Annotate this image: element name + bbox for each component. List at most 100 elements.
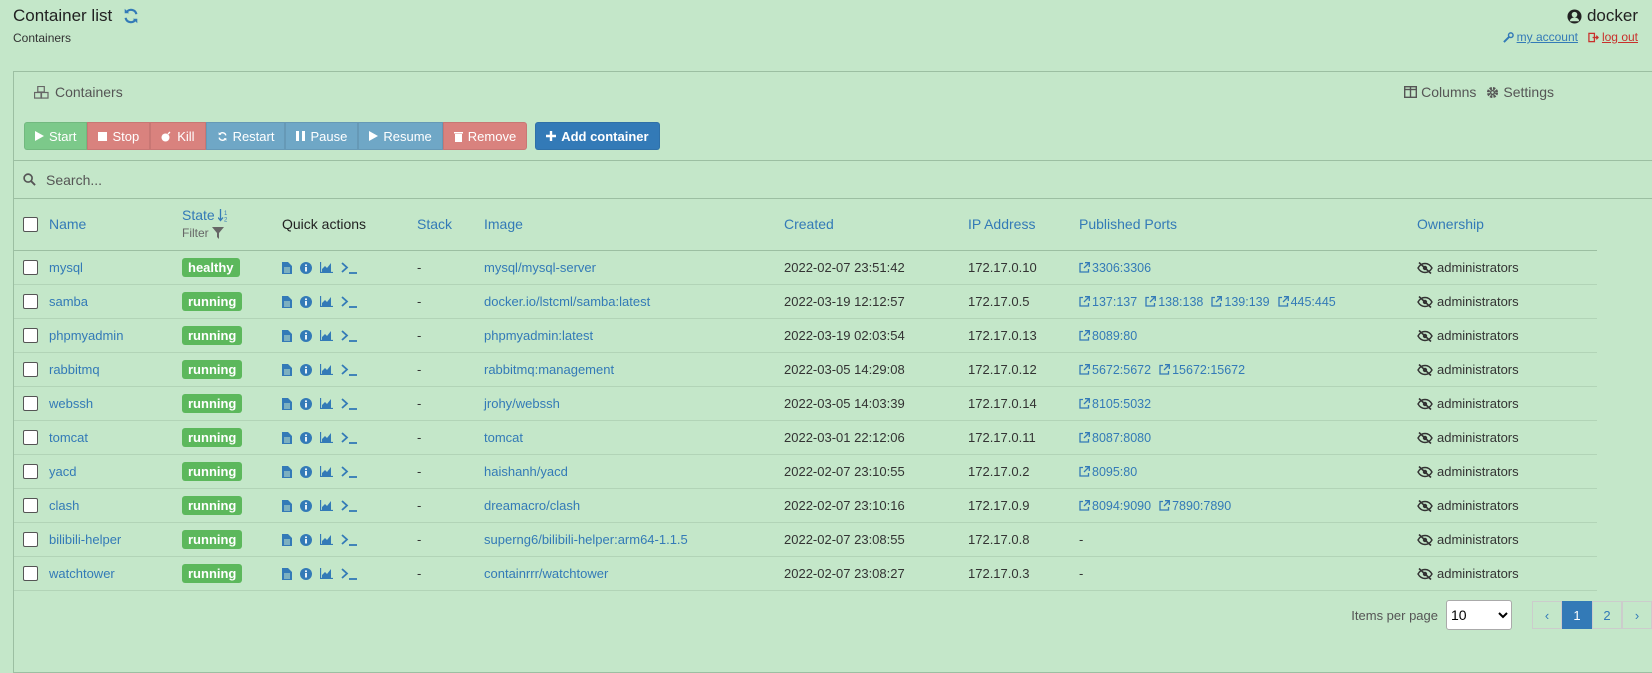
pause-button[interactable]: Pause bbox=[285, 122, 359, 150]
image-link[interactable]: jrohy/webssh bbox=[484, 396, 560, 411]
container-name-link[interactable]: webssh bbox=[49, 396, 93, 411]
logs-icon[interactable] bbox=[282, 295, 292, 308]
image-link[interactable]: docker.io/lstcml/samba:latest bbox=[484, 294, 650, 309]
col-ip[interactable]: IP Address bbox=[968, 198, 1079, 251]
next-page-button[interactable]: › bbox=[1622, 601, 1652, 629]
container-name-link[interactable]: phpmyadmin bbox=[49, 328, 123, 343]
row-checkbox[interactable] bbox=[23, 328, 38, 343]
logs-icon[interactable] bbox=[282, 261, 292, 274]
logs-icon[interactable] bbox=[282, 533, 292, 546]
port-link[interactable]: 137:137 bbox=[1079, 295, 1137, 309]
state-filter[interactable]: Filter bbox=[182, 224, 282, 242]
logs-icon[interactable] bbox=[282, 363, 292, 376]
console-icon[interactable] bbox=[341, 397, 358, 410]
log-out-link[interactable]: log out bbox=[1588, 30, 1638, 44]
col-name[interactable]: Name bbox=[49, 198, 182, 251]
add-container-button[interactable]: Add container bbox=[535, 122, 660, 150]
stats-icon[interactable] bbox=[320, 534, 333, 545]
my-account-link[interactable]: my account bbox=[1502, 30, 1578, 44]
page-1-button[interactable]: 1 bbox=[1562, 601, 1592, 629]
console-icon[interactable] bbox=[341, 499, 358, 512]
kill-button[interactable]: Kill bbox=[150, 122, 206, 150]
container-name-link[interactable]: samba bbox=[49, 294, 88, 309]
col-ports[interactable]: Published Ports bbox=[1079, 198, 1417, 251]
port-link[interactable]: 445:445 bbox=[1277, 295, 1336, 309]
console-icon[interactable] bbox=[341, 363, 358, 376]
inspect-icon[interactable] bbox=[300, 295, 312, 308]
stats-icon[interactable] bbox=[320, 330, 333, 341]
port-link[interactable]: 8089:80 bbox=[1079, 329, 1137, 343]
image-link[interactable]: tomcat bbox=[484, 430, 523, 445]
row-checkbox[interactable] bbox=[23, 498, 38, 513]
console-icon[interactable] bbox=[341, 261, 358, 274]
stats-icon[interactable] bbox=[320, 466, 333, 477]
image-link[interactable]: superng6/bilibili-helper:arm64-1.1.5 bbox=[484, 532, 688, 547]
row-checkbox[interactable] bbox=[23, 260, 38, 275]
select-all-checkbox[interactable] bbox=[23, 216, 38, 232]
inspect-icon[interactable] bbox=[300, 397, 312, 410]
console-icon[interactable] bbox=[341, 465, 358, 478]
inspect-icon[interactable] bbox=[300, 363, 312, 376]
port-link[interactable]: 138:138 bbox=[1145, 295, 1203, 309]
refresh-icon[interactable] bbox=[122, 7, 140, 25]
image-link[interactable]: haishanh/yacd bbox=[484, 464, 568, 479]
port-link[interactable]: 8094:9090 bbox=[1079, 499, 1151, 513]
console-icon[interactable] bbox=[341, 533, 358, 546]
console-icon[interactable] bbox=[341, 431, 358, 444]
image-link[interactable]: containrrr/watchtower bbox=[484, 566, 608, 581]
logs-icon[interactable] bbox=[282, 431, 292, 444]
logs-icon[interactable] bbox=[282, 567, 292, 580]
search-input[interactable] bbox=[44, 170, 448, 189]
row-checkbox[interactable] bbox=[23, 430, 38, 445]
console-icon[interactable] bbox=[341, 329, 358, 342]
remove-button[interactable]: Remove bbox=[442, 122, 528, 150]
port-link[interactable]: 139:139 bbox=[1211, 295, 1270, 309]
stats-icon[interactable] bbox=[320, 364, 333, 375]
col-created[interactable]: Created bbox=[784, 198, 968, 251]
stats-icon[interactable] bbox=[320, 568, 333, 579]
inspect-icon[interactable] bbox=[300, 533, 312, 546]
col-ownership[interactable]: Ownership bbox=[1417, 198, 1597, 251]
container-name-link[interactable]: rabbitmq bbox=[49, 362, 100, 377]
port-link[interactable]: 3306:3306 bbox=[1079, 261, 1151, 275]
container-name-link[interactable]: yacd bbox=[49, 464, 76, 479]
logs-icon[interactable] bbox=[282, 465, 292, 478]
port-link[interactable]: 8087:8080 bbox=[1079, 431, 1151, 445]
inspect-icon[interactable] bbox=[300, 567, 312, 580]
inspect-icon[interactable] bbox=[300, 499, 312, 512]
container-name-link[interactable]: tomcat bbox=[49, 430, 88, 445]
start-button[interactable]: Start bbox=[24, 122, 88, 150]
col-state[interactable]: State bbox=[182, 206, 215, 224]
resume-button[interactable]: Resume bbox=[358, 122, 443, 150]
columns-button[interactable]: Columns bbox=[1404, 84, 1476, 100]
col-stack[interactable]: Stack bbox=[417, 198, 484, 251]
logs-icon[interactable] bbox=[282, 499, 292, 512]
port-link[interactable]: 8105:5032 bbox=[1079, 397, 1151, 411]
console-icon[interactable] bbox=[341, 295, 358, 308]
stats-icon[interactable] bbox=[320, 296, 333, 307]
row-checkbox[interactable] bbox=[23, 362, 38, 377]
image-link[interactable]: rabbitmq:management bbox=[484, 362, 614, 377]
port-link[interactable]: 5672:5672 bbox=[1079, 363, 1151, 377]
settings-button[interactable]: Settings bbox=[1486, 84, 1554, 100]
image-link[interactable]: dreamacro/clash bbox=[484, 498, 580, 513]
container-name-link[interactable]: clash bbox=[49, 498, 79, 513]
restart-button[interactable]: Restart bbox=[205, 122, 286, 150]
port-link[interactable]: 15672:15672 bbox=[1159, 363, 1245, 377]
port-link[interactable]: 7890:7890 bbox=[1159, 499, 1231, 513]
container-name-link[interactable]: mysql bbox=[49, 260, 83, 275]
row-checkbox[interactable] bbox=[23, 294, 38, 309]
stats-icon[interactable] bbox=[320, 398, 333, 409]
sort-icon[interactable]: 12 bbox=[217, 208, 229, 222]
row-checkbox[interactable] bbox=[23, 566, 38, 581]
row-checkbox[interactable] bbox=[23, 396, 38, 411]
prev-page-button[interactable]: ‹ bbox=[1532, 601, 1562, 629]
row-checkbox[interactable] bbox=[23, 464, 38, 479]
container-name-link[interactable]: watchtower bbox=[49, 566, 115, 581]
container-name-link[interactable]: bilibili-helper bbox=[49, 532, 121, 547]
stop-button[interactable]: Stop bbox=[87, 122, 151, 150]
port-link[interactable]: 8095:80 bbox=[1079, 465, 1137, 479]
col-image[interactable]: Image bbox=[484, 198, 784, 251]
stats-icon[interactable] bbox=[320, 262, 333, 273]
stats-icon[interactable] bbox=[320, 500, 333, 511]
